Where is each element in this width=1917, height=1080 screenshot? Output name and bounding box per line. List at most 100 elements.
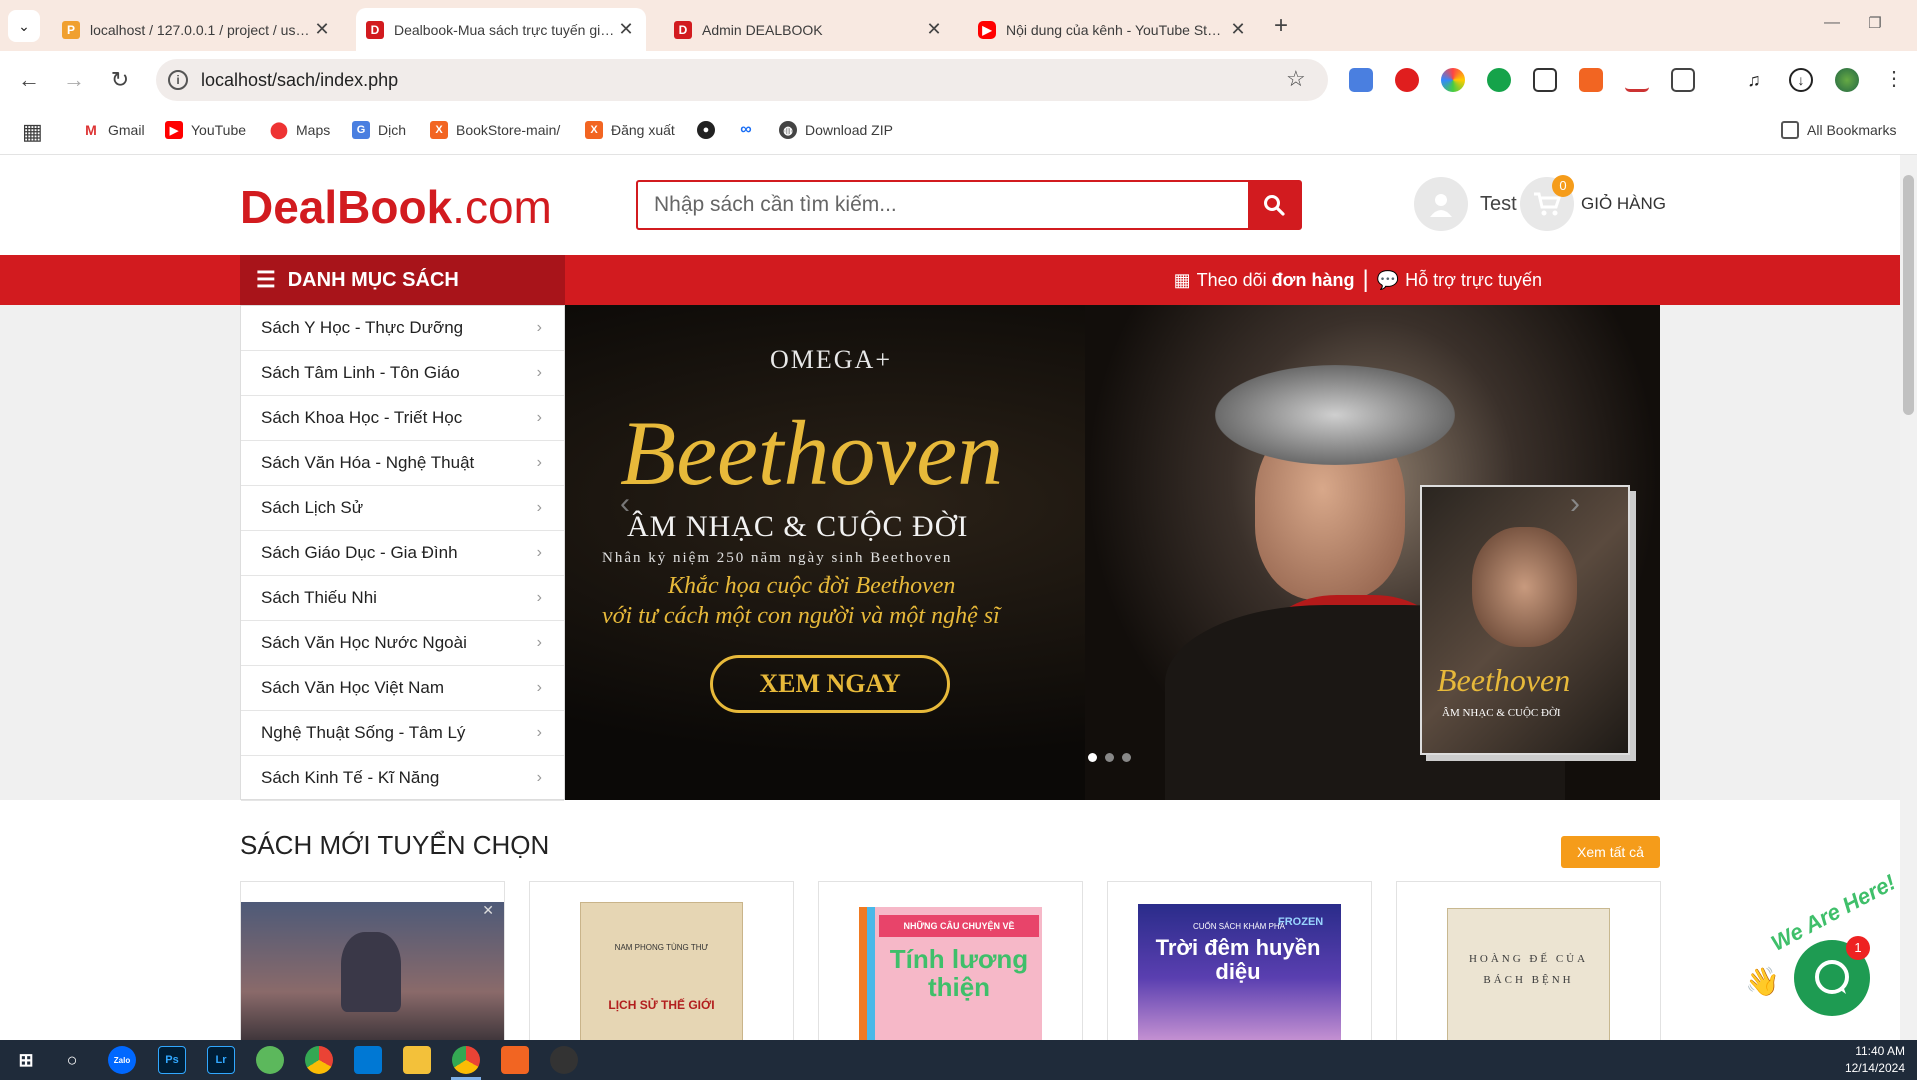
see-all-button[interactable]: Xem tất cả bbox=[1561, 836, 1660, 868]
download-icon[interactable]: ↓ bbox=[1789, 68, 1813, 92]
chevron-right-icon: › bbox=[536, 589, 542, 606]
category-item[interactable]: Sách Lịch Sử › bbox=[241, 486, 564, 531]
bookmark-label: Gmail bbox=[108, 122, 145, 138]
carousel-dot[interactable] bbox=[1088, 753, 1097, 762]
book-card[interactable]: NHỮNG CÂU CHUYỆN VỀ Tính lương thiện bbox=[818, 881, 1083, 1040]
banner-cta-button[interactable]: XEM NGAY bbox=[710, 655, 950, 713]
obs-app-icon[interactable] bbox=[550, 1046, 578, 1074]
bookmark-star-icon[interactable]: ☆ bbox=[1286, 66, 1306, 92]
book-cover-title: Trời đêm huyền diệu bbox=[1155, 935, 1321, 984]
browser-menu-icon[interactable]: ⋮ bbox=[1884, 66, 1904, 91]
minimize-window-button[interactable]: — bbox=[1812, 14, 1852, 32]
user-account[interactable]: Test bbox=[1414, 177, 1517, 231]
search-button[interactable] bbox=[1248, 182, 1300, 228]
xampp-extension-icon[interactable] bbox=[1579, 68, 1603, 92]
bookmark-github[interactable]: ● bbox=[697, 121, 723, 139]
category-item[interactable]: Sách Kinh Tế - Kĩ Năng › bbox=[241, 756, 564, 801]
bookmark-maps[interactable]: ⬤ Maps bbox=[270, 121, 330, 139]
bookmark-bookstore[interactable]: X BookStore-main/ bbox=[430, 121, 560, 139]
tab-phpmyadmin[interactable]: P localhost / 127.0.0.1 / project / user… bbox=[52, 8, 342, 51]
forward-button[interactable]: → bbox=[59, 65, 89, 95]
bookmark-download-zip[interactable]: ◍ Download ZIP bbox=[779, 121, 893, 139]
grammarly-extension-icon[interactable] bbox=[1487, 68, 1511, 92]
photoshop-app-icon[interactable]: Ps bbox=[158, 1046, 186, 1074]
cart-count-badge: 0 bbox=[1552, 175, 1574, 197]
bookmark-gmail[interactable]: M Gmail bbox=[82, 121, 145, 139]
close-tab-icon[interactable]: ✕ bbox=[924, 19, 944, 40]
category-item[interactable]: Sách Văn Học Việt Nam › bbox=[241, 666, 564, 711]
system-clock[interactable]: 11:40 AM 12/14/2024 bbox=[1820, 1043, 1905, 1077]
chat-unread-badge: 1 bbox=[1846, 936, 1870, 960]
bookmark-youtube[interactable]: ▶ YouTube bbox=[165, 121, 246, 139]
online-support-link[interactable]: 💬 Hỗ trợ trực tuyến bbox=[1377, 270, 1542, 291]
close-tab-icon[interactable]: ✕ bbox=[312, 19, 332, 40]
vscode-app-icon[interactable] bbox=[354, 1046, 382, 1074]
category-item[interactable]: Nghệ Thuật Sống - Tâm Lý › bbox=[241, 711, 564, 756]
search-input[interactable] bbox=[638, 182, 1234, 228]
app-icon[interactable] bbox=[256, 1046, 284, 1074]
carousel-dot[interactable] bbox=[1122, 753, 1131, 762]
close-tab-icon[interactable]: ✕ bbox=[1228, 19, 1248, 40]
chrome-active-app-icon[interactable] bbox=[452, 1046, 480, 1074]
close-tab-icon[interactable]: ✕ bbox=[616, 19, 636, 40]
xampp-app-icon[interactable] bbox=[501, 1046, 529, 1074]
category-item[interactable]: Sách Giáo Dục - Gia Đình › bbox=[241, 531, 564, 576]
order-tracking-link[interactable]: ▦ Theo dõi đơn hàng bbox=[1174, 270, 1355, 291]
new-tab-button[interactable]: + bbox=[1274, 12, 1288, 40]
category-item[interactable]: Sách Tâm Linh - Tôn Giáo › bbox=[241, 351, 564, 396]
color-extension-icon[interactable] bbox=[1441, 68, 1465, 92]
profile-avatar[interactable] bbox=[1835, 68, 1859, 92]
all-bookmarks-button[interactable]: All Bookmarks bbox=[1781, 121, 1896, 139]
book-card[interactable]: HOÀNG ĐẾ CỦA BÁCH BỆNH bbox=[1396, 881, 1661, 1040]
zalo-app-icon[interactable]: Zalo bbox=[108, 1046, 136, 1074]
book-cover-title: HOÀNG ĐẾ CỦA BÁCH BỆNH bbox=[1468, 953, 1589, 986]
image-extension-icon[interactable] bbox=[1533, 68, 1557, 92]
site-info-icon[interactable]: i bbox=[168, 70, 188, 90]
tab-youtube-studio[interactable]: ▶ Nội dung của kênh - YouTube Studio ✕ bbox=[968, 8, 1258, 51]
translate-extension-icon[interactable] bbox=[1349, 68, 1373, 92]
carousel-next-icon[interactable]: › bbox=[1570, 487, 1580, 521]
dealbook-favicon-icon: D bbox=[366, 20, 384, 39]
scrollbar-thumb[interactable] bbox=[1903, 175, 1914, 415]
reload-button[interactable]: ↻ bbox=[105, 65, 135, 95]
browser-tab-strip: ⌄ P localhost / 127.0.0.1 / project / us… bbox=[0, 0, 1917, 51]
tab-dealbook[interactable]: D Dealbook-Mua sách trực tuyến giá rẻ ✕ bbox=[356, 8, 646, 51]
category-menu-header[interactable]: ☰ DANH MỤC SÁCH bbox=[240, 255, 565, 305]
chevron-right-icon: › bbox=[536, 724, 542, 741]
file-explorer-icon[interactable] bbox=[403, 1046, 431, 1074]
bookmark-logout[interactable]: X Đăng xuất bbox=[585, 121, 675, 139]
bookmark-dich[interactable]: G Dịch bbox=[352, 121, 406, 139]
carousel-dot[interactable] bbox=[1105, 753, 1114, 762]
book-card[interactable]: ✕ bbox=[240, 881, 505, 1040]
waving-hand-icon: 👋 bbox=[1745, 966, 1780, 997]
hero-banner-carousel[interactable]: OMEGA+ Beethoven ÂM NHẠC & CUỘC ĐỜI Nhân… bbox=[565, 305, 1660, 800]
book-card[interactable]: NAM PHONG TÙNG THƯ LỊCH SỬ THẾ GIỚI bbox=[529, 881, 794, 1040]
category-item[interactable]: Sách Thiếu Nhi › bbox=[241, 576, 564, 621]
tab-admin-dealbook[interactable]: D Admin DEALBOOK ✕ bbox=[664, 8, 954, 51]
category-item[interactable]: Sách Văn Hóa - Nghệ Thuật › bbox=[241, 441, 564, 486]
restore-window-button[interactable]: ❐ bbox=[1855, 14, 1895, 32]
media-control-icon[interactable]: ♫ bbox=[1742, 68, 1766, 92]
extensions-puzzle-icon[interactable] bbox=[1671, 68, 1695, 92]
lightroom-app-icon[interactable]: Lr bbox=[207, 1046, 235, 1074]
windows-start-icon[interactable]: ⊞ bbox=[12, 1046, 40, 1074]
cart-button[interactable]: 0 GIỎ HÀNG bbox=[1520, 175, 1666, 231]
bookmark-meta[interactable]: ∞ bbox=[737, 121, 763, 139]
site-logo[interactable]: DealBook.com bbox=[240, 180, 552, 234]
chat-widget-button[interactable]: 1 bbox=[1794, 936, 1870, 1016]
apps-grid-icon[interactable]: ▦ bbox=[22, 119, 43, 145]
adblock-extension-icon[interactable] bbox=[1395, 68, 1419, 92]
book-card[interactable]: CUỐN SÁCH KHÁM PHÁ FROZEN Trời đêm huyền… bbox=[1107, 881, 1372, 1040]
save-extension-icon[interactable] bbox=[1625, 68, 1649, 92]
translate-icon: G bbox=[352, 121, 370, 139]
carousel-prev-icon[interactable]: ‹ bbox=[620, 487, 630, 521]
category-item[interactable]: Sách Khoa Học - Triết Học › bbox=[241, 396, 564, 441]
tab-search-button[interactable]: ⌄ bbox=[8, 10, 40, 42]
chevron-right-icon: › bbox=[536, 679, 542, 696]
address-bar[interactable]: i localhost/sach/index.php ☆ bbox=[156, 59, 1328, 101]
chrome-app-icon[interactable] bbox=[305, 1046, 333, 1074]
category-item[interactable]: Sách Văn Học Nước Ngoài › bbox=[241, 621, 564, 666]
search-icon[interactable]: ○ bbox=[58, 1046, 86, 1074]
category-item[interactable]: Sách Y Học - Thực Dưỡng › bbox=[241, 306, 564, 351]
back-button[interactable]: ← bbox=[14, 65, 44, 95]
